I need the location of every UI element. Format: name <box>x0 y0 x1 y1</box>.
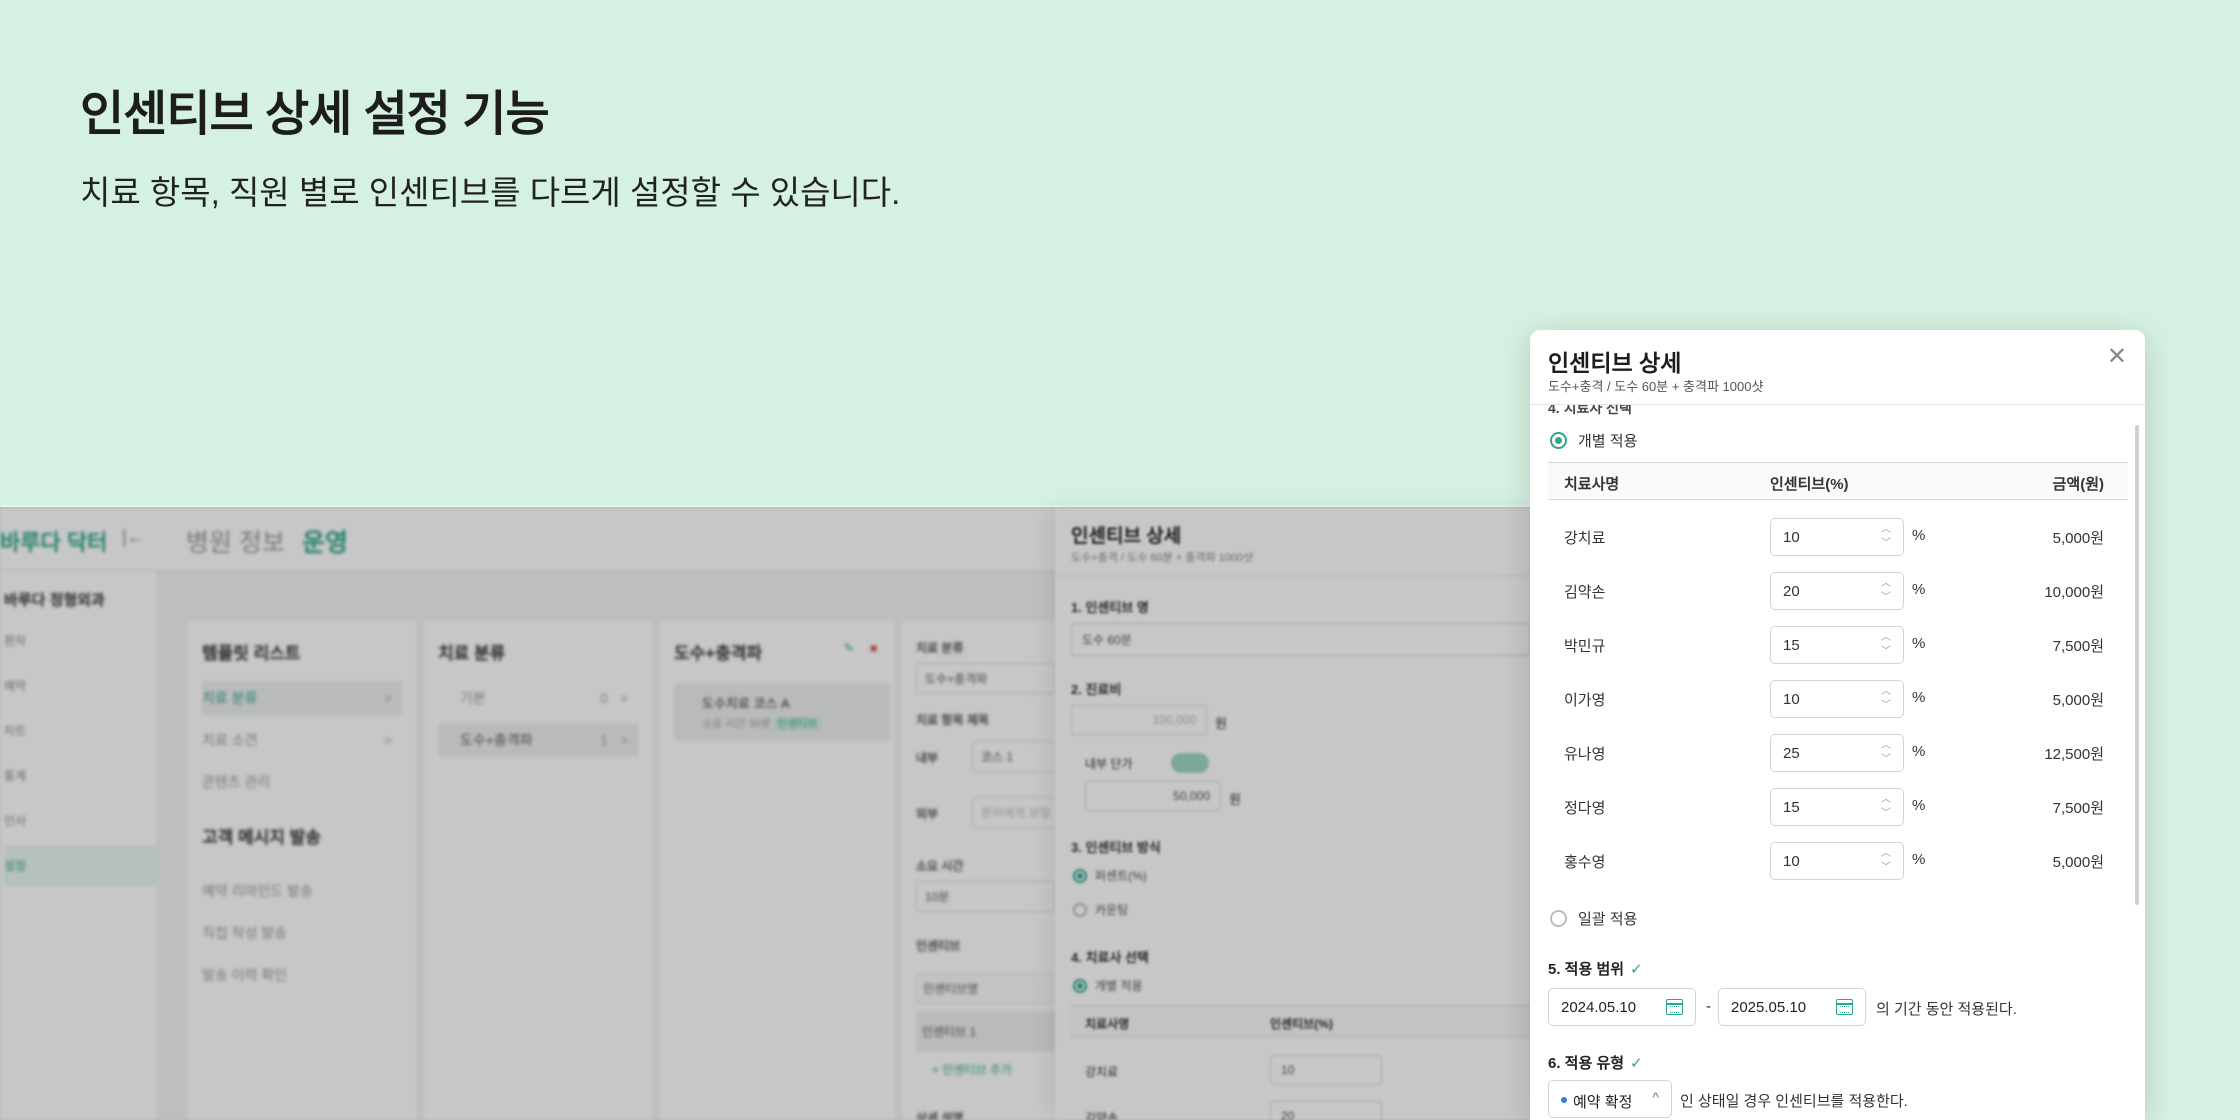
incentive-pct-value: 20 <box>1783 583 1800 600</box>
modal-overlay[interactable] <box>0 507 1535 1120</box>
check-icon: ✓ <box>1630 961 1643 978</box>
percent-unit: % <box>1912 851 1926 868</box>
incentive-pct-stepper[interactable]: 15 ︿ ﹀ <box>1770 788 1904 826</box>
section6-title: 6. 적용 유형 ✓ <box>1548 1055 1643 1072</box>
status-dot-icon <box>1561 1097 1567 1103</box>
percent-unit: % <box>1912 743 1926 760</box>
status-text: 인 상태일 경우 인센티브를 적용한다. <box>1680 1093 1908 1110</box>
chevron-up-icon[interactable]: ︿ <box>1881 633 1891 643</box>
hero-title: 인센티브 상세 설정 기능 <box>80 88 550 141</box>
therapist-name: 정다영 <box>1564 800 1606 817</box>
incentive-pct-stepper[interactable]: 10 ︿ ﹀ <box>1770 518 1904 556</box>
incentive-pct-value: 25 <box>1783 745 1800 762</box>
percent-unit: % <box>1912 635 1926 652</box>
col-therapist: 치료사명 <box>1564 476 1620 493</box>
therapist-name: 강치료 <box>1564 530 1606 547</box>
therapist-table-header: 치료사명 인센티브(%) 금액(원) <box>1548 462 2128 500</box>
drawer-header-divider <box>1530 404 2145 405</box>
incentive-pct-stepper[interactable]: 15 ︿ ﹀ <box>1770 626 1904 664</box>
radio-selected-icon <box>1550 432 1567 449</box>
radio-bulk[interactable]: 일괄 적용 <box>1550 908 1637 929</box>
start-date-picker[interactable]: 2024.05.10 <box>1548 988 1696 1026</box>
chevron-up-icon[interactable]: ︿ <box>1881 525 1891 535</box>
incentive-detail-drawer: 인센티브 상세 도수+충격 / 도수 60분 + 충격파 1000샷 ✕ 4. … <box>1530 330 2145 1120</box>
amount-value: 5,000원 <box>2052 854 2104 871</box>
col-amount: 금액(원) <box>2052 476 2104 493</box>
table-row: 홍수영 10 ︿ ﹀% 5,000원 <box>1548 834 2128 888</box>
radio-bulk-label: 일괄 적용 <box>1578 911 1638 928</box>
chevron-down-icon[interactable]: ﹀ <box>1881 647 1891 657</box>
close-icon[interactable]: ✕ <box>2107 342 2127 371</box>
amount-value: 10,000원 <box>2044 584 2104 601</box>
percent-unit: % <box>1912 797 1926 814</box>
percent-unit: % <box>1912 527 1926 544</box>
chevron-up-icon[interactable]: ︿ <box>1881 579 1891 589</box>
date-separator: - <box>1706 998 1711 1015</box>
incentive-pct-value: 10 <box>1783 853 1800 870</box>
table-row: 정다영 15 ︿ ﹀% 7,500원 <box>1548 780 2128 834</box>
chevron-down-icon[interactable]: ﹀ <box>1881 863 1891 873</box>
amount-value: 12,500원 <box>2044 746 2104 763</box>
incentive-pct-value: 15 <box>1783 637 1800 654</box>
chevron-up-icon[interactable]: ︿ <box>1881 795 1891 805</box>
status-select-value: 예약 확정 <box>1573 1094 1633 1111</box>
incentive-pct-stepper[interactable]: 20 ︿ ﹀ <box>1770 572 1904 610</box>
chevron-down-icon[interactable]: ﹀ <box>1881 593 1891 603</box>
incentive-pct-value: 10 <box>1783 529 1800 546</box>
table-row: 김약손 20 ︿ ﹀% 10,000원 <box>1548 564 2128 618</box>
radio-unselected-icon <box>1550 910 1567 927</box>
therapist-name: 김약손 <box>1564 584 1606 601</box>
date-range-row: 2024.05.10 - 2025.05.10 의 기간 동안 적용된다. <box>1548 988 2128 1026</box>
section5-title: 5. 적용 범위 ✓ <box>1548 961 1643 978</box>
amount-value: 7,500원 <box>2052 638 2104 655</box>
incentive-pct-value: 15 <box>1783 799 1800 816</box>
calendar-icon[interactable] <box>1666 999 1683 1015</box>
incentive-pct-value: 10 <box>1783 691 1800 708</box>
radio-individual[interactable]: 개별 적용 <box>1550 430 1637 451</box>
table-row: 강치료 10 ︿ ﹀% 5,000원 <box>1548 510 2128 564</box>
incentive-pct-stepper[interactable]: 10 ︿ ﹀ <box>1770 680 1904 718</box>
chevron-down-icon[interactable]: ﹀ <box>1881 539 1891 549</box>
therapist-name: 유나영 <box>1564 746 1606 763</box>
section4-partial-title: 4. 치료사 선택 <box>1548 400 1632 416</box>
percent-unit: % <box>1912 689 1926 706</box>
drawer-subtitle: 도수+충격 / 도수 60분 + 충격파 1000샷 <box>1548 379 1764 394</box>
drawer-scrollbar[interactable] <box>2135 425 2139 905</box>
chevron-up-icon[interactable]: ︿ <box>1881 849 1891 859</box>
amount-value: 7,500원 <box>2052 800 2104 817</box>
table-row: 이가영 10 ︿ ﹀% 5,000원 <box>1548 672 2128 726</box>
chevron-down-icon[interactable]: ﹀ <box>1881 701 1891 711</box>
table-row: 박민규 15 ︿ ﹀% 7,500원 <box>1548 618 2128 672</box>
calendar-icon[interactable] <box>1836 999 1853 1015</box>
therapist-name: 이가영 <box>1564 692 1606 709</box>
therapist-name: 홍수영 <box>1564 854 1606 871</box>
end-date-picker[interactable]: 2025.05.10 <box>1718 988 1866 1026</box>
end-date-value: 2025.05.10 <box>1731 999 1807 1016</box>
status-select[interactable]: 예약 확정 ^ <box>1548 1080 1672 1118</box>
col-incentive-pct: 인센티브(%) <box>1770 476 1849 493</box>
start-date-value: 2024.05.10 <box>1561 999 1637 1016</box>
incentive-pct-stepper[interactable]: 10 ︿ ﹀ <box>1770 842 1904 880</box>
table-row: 유나영 25 ︿ ﹀% 12,500원 <box>1548 726 2128 780</box>
chevron-up-icon[interactable]: ︿ <box>1881 687 1891 697</box>
check-icon: ✓ <box>1630 1055 1643 1072</box>
chevron-up-icon: ^ <box>1652 1089 1659 1105</box>
incentive-pct-stepper[interactable]: 25 ︿ ﹀ <box>1770 734 1904 772</box>
hero-subtitle: 치료 항목, 직원 별로 인센티브를 다르게 설정할 수 있습니다. <box>80 174 901 211</box>
amount-value: 5,000원 <box>2052 692 2104 709</box>
chevron-down-icon[interactable]: ﹀ <box>1881 809 1891 819</box>
percent-unit: % <box>1912 581 1926 598</box>
radio-individual-label: 개별 적용 <box>1578 433 1638 450</box>
chevron-down-icon[interactable]: ﹀ <box>1881 755 1891 765</box>
therapist-name: 박민규 <box>1564 638 1606 655</box>
drawer-title: 인센티브 상세 <box>1548 350 1682 376</box>
date-range-text: 의 기간 동안 적용된다. <box>1876 1001 2017 1018</box>
amount-value: 5,000원 <box>2052 530 2104 547</box>
chevron-up-icon[interactable]: ︿ <box>1881 741 1891 751</box>
